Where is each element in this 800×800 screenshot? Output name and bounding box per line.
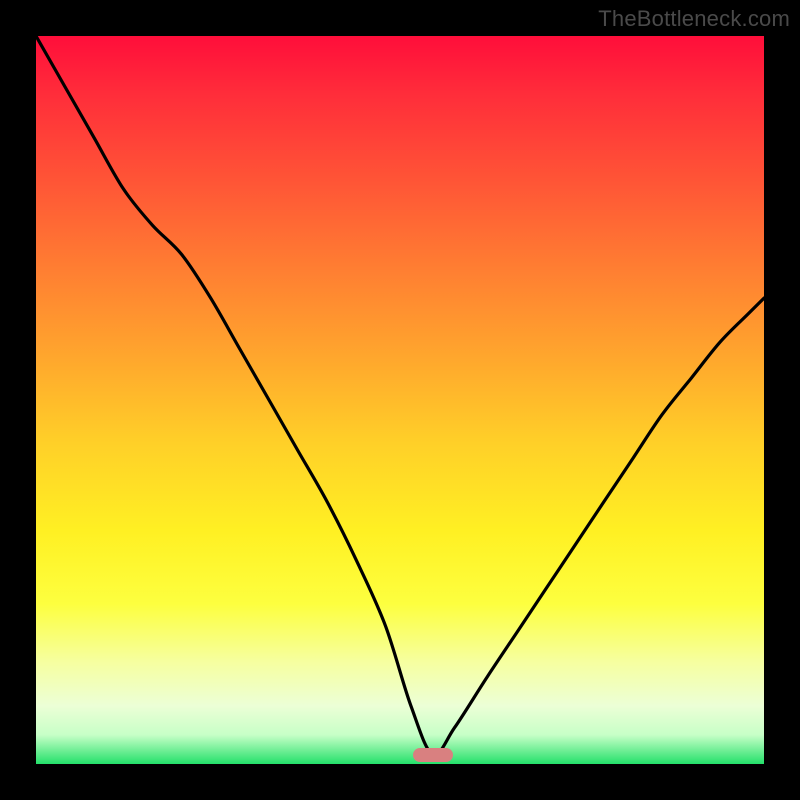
- plot-area: [36, 36, 764, 764]
- chart-frame: TheBottleneck.com: [0, 0, 800, 800]
- watermark-text: TheBottleneck.com: [598, 6, 790, 32]
- heat-gradient-background: [36, 36, 764, 764]
- minimum-marker: [413, 748, 453, 762]
